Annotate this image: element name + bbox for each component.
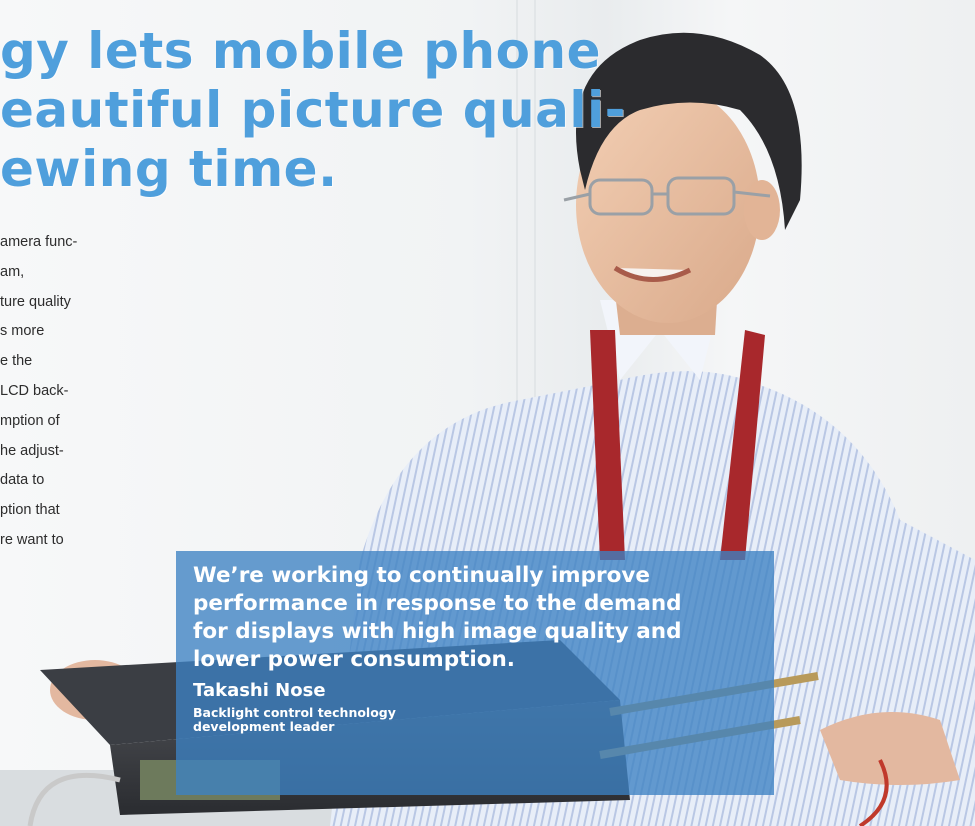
body-line: e the: [0, 353, 33, 370]
pull-quote: We’re working to continually improve per…: [193, 562, 682, 674]
body-line: LCD back-: [0, 382, 69, 399]
ear: [744, 180, 780, 240]
body-line: he adjust-: [0, 442, 64, 459]
body-paragraph: amera func- am, ture quality s more e th…: [0, 228, 110, 556]
body-line: ption that: [0, 502, 60, 519]
body-line: mption of: [0, 412, 60, 429]
body-line: data to: [0, 472, 45, 489]
quote-line: lower power consumption.: [193, 647, 515, 672]
quote-line: performance in response to the demand: [193, 591, 682, 616]
person-name: Takashi Nose: [193, 680, 326, 701]
person-role: Backlight control technology development…: [193, 706, 396, 734]
body-line: am,: [0, 263, 25, 280]
quote-line: for displays with high image quality and: [193, 619, 682, 644]
headline-line: eautiful picture quali-: [0, 81, 626, 139]
body-line: s more: [0, 323, 45, 340]
headline-line: gy lets mobile phone: [0, 22, 601, 80]
body-line: ture quality: [0, 293, 71, 310]
quote-line: We’re working to continually improve: [193, 563, 650, 588]
body-line: amera func-: [0, 234, 78, 250]
right-hand: [820, 712, 960, 785]
role-line: development leader: [193, 719, 335, 734]
article-page: gy lets mobile phone eautiful picture qu…: [0, 0, 975, 826]
headline-line: ewing time.: [0, 140, 338, 198]
headline: gy lets mobile phone eautiful picture qu…: [0, 22, 626, 199]
body-line: re want to: [0, 531, 64, 548]
role-line: Backlight control technology: [193, 705, 396, 720]
